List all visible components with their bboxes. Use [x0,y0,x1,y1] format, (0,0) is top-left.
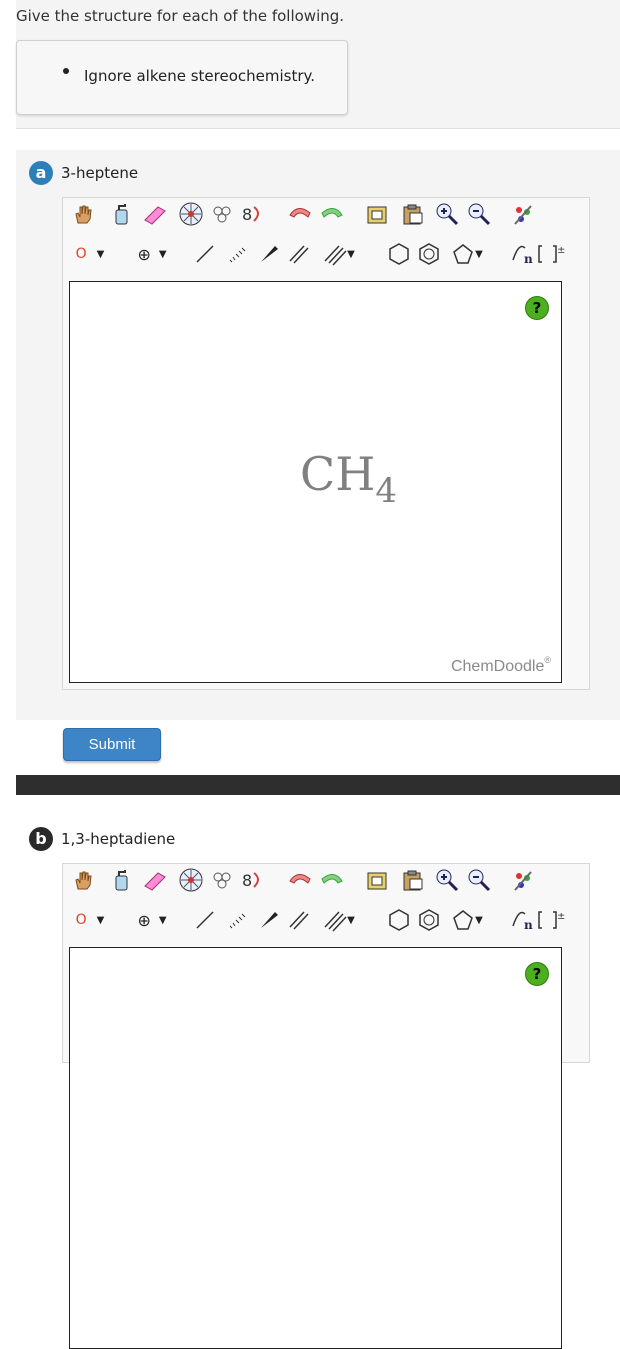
chevron-down-icon: ▼ [96,914,105,926]
center-icon[interactable] [177,866,205,894]
zoom-in-icon[interactable] [433,866,461,894]
chevron-down-icon: ▼ [347,248,355,260]
svg-text:n: n [524,252,533,266]
part-a-badge: a [29,161,53,185]
double-bond-icon[interactable] [285,240,313,268]
atom-label: O [75,912,87,928]
ch4-subscript: 4 [375,471,397,511]
charge-label: ⊕ [137,910,151,930]
ch4-main: CH [300,447,376,501]
rotate-icon[interactable]: 8 [239,200,267,228]
toolbar-row-2: O ▼ ⊕ ▼ ▼ ▼ n ± [63,240,589,274]
atom-label: O [75,246,87,262]
toolbar-row-2: O ▼ ⊕ ▼ ▼ ▼ n ± [63,906,589,940]
chevron-down-icon: ▼ [96,248,105,260]
flip-icon[interactable] [211,200,239,228]
wedge-bond-icon[interactable] [255,240,283,268]
benzene-icon[interactable] [415,240,443,268]
chevron-down-icon: ▼ [158,914,167,926]
chemdoodle-editor-a: 8 O ▼ ⊕ ▼ ▼ ▼ n ± CH4 ? ChemDoodle® [62,197,590,690]
charge-select[interactable]: ⊕ ▼ [131,906,173,934]
bracket-icon[interactable]: ± [537,906,567,934]
flip-icon[interactable] [211,866,239,894]
undo-icon[interactable] [285,200,313,228]
svg-text:±: ± [557,911,565,922]
charge-select[interactable]: ⊕ ▼ [131,240,173,268]
center-icon[interactable] [177,200,205,228]
chevron-down-icon: ▼ [347,914,355,926]
part-b-title: 1,3-heptadiene [61,830,176,848]
bullet-dot [63,68,69,74]
submit-button[interactable]: Submit [63,728,161,761]
help-icon[interactable]: ? [525,962,549,986]
instructions-text: Give the structure for each of the follo… [16,7,345,25]
hexagon-icon[interactable] [385,240,413,268]
redo-icon[interactable] [319,200,347,228]
repeat-unit-icon[interactable]: n [509,240,537,268]
svg-text:±: ± [557,245,565,256]
zoom-out-icon[interactable] [465,866,493,894]
hashed-bond-icon[interactable] [223,906,251,934]
brand-name: ChemDoodle [450,658,545,675]
chevron-down-icon: ▼ [475,248,483,260]
paste-icon[interactable] [399,200,427,228]
drawing-canvas[interactable]: CH4 ? ChemDoodle® [69,281,562,683]
triple-bond-icon[interactable]: ▼ [317,240,361,268]
clear-icon[interactable] [107,200,135,228]
part-b-badge: b [29,827,53,851]
chevron-down-icon: ▼ [475,914,483,926]
atom-select[interactable]: O ▼ [69,240,111,268]
toolbar-row-1: 8 [63,200,589,234]
paste-icon[interactable] [399,866,427,894]
section-divider [16,775,620,795]
zoom-in-icon[interactable] [433,200,461,228]
eraser-icon[interactable] [141,200,169,228]
bracket-icon[interactable]: ± [537,240,567,268]
svg-text:8: 8 [242,871,252,890]
redo-icon[interactable] [319,866,347,894]
note-text: Ignore alkene stereochemistry. [84,67,316,85]
single-bond-icon[interactable] [191,240,219,268]
wedge-bond-icon[interactable] [255,906,283,934]
single-bond-icon[interactable] [191,906,219,934]
svg-text:n: n [524,918,533,932]
copy-icon[interactable] [363,200,391,228]
rotate-icon[interactable]: 8 [239,866,267,894]
pentagon-icon[interactable]: ▼ [445,240,489,268]
double-bond-icon[interactable] [285,906,313,934]
brand-reg: ® [544,655,551,665]
hexagon-icon[interactable] [385,906,413,934]
atom-select[interactable]: O ▼ [69,906,111,934]
eraser-icon[interactable] [141,866,169,894]
drawing-canvas[interactable]: ? [69,947,562,1349]
clear-icon[interactable] [107,866,135,894]
hashed-bond-icon[interactable] [223,240,251,268]
charge-label: ⊕ [137,244,151,264]
ch4-molecule: CH4 [300,447,397,511]
divider [16,128,620,129]
triple-bond-icon[interactable]: ▼ [317,906,361,934]
benzene-icon[interactable] [415,906,443,934]
undo-icon[interactable] [285,866,313,894]
repeat-unit-icon[interactable]: n [509,906,537,934]
part-a-title: 3-heptene [61,164,139,182]
clean-icon[interactable] [509,866,537,894]
hand-icon[interactable] [69,200,97,228]
svg-text:8: 8 [242,205,252,224]
clean-icon[interactable] [509,200,537,228]
toolbar-row-1: 8 [63,866,589,900]
hand-icon[interactable] [69,866,97,894]
help-icon[interactable]: ? [525,296,549,320]
zoom-out-icon[interactable] [465,200,493,228]
chemdoodle-editor-b: 8 O ▼ ⊕ ▼ ▼ ▼ n ± ? [62,863,590,1349]
pentagon-icon[interactable]: ▼ [445,906,489,934]
chevron-down-icon: ▼ [158,248,167,260]
copy-icon[interactable] [363,866,391,894]
note-box: Ignore alkene stereochemistry. [16,40,348,115]
chemdoodle-logo: ChemDoodle® [451,655,551,676]
